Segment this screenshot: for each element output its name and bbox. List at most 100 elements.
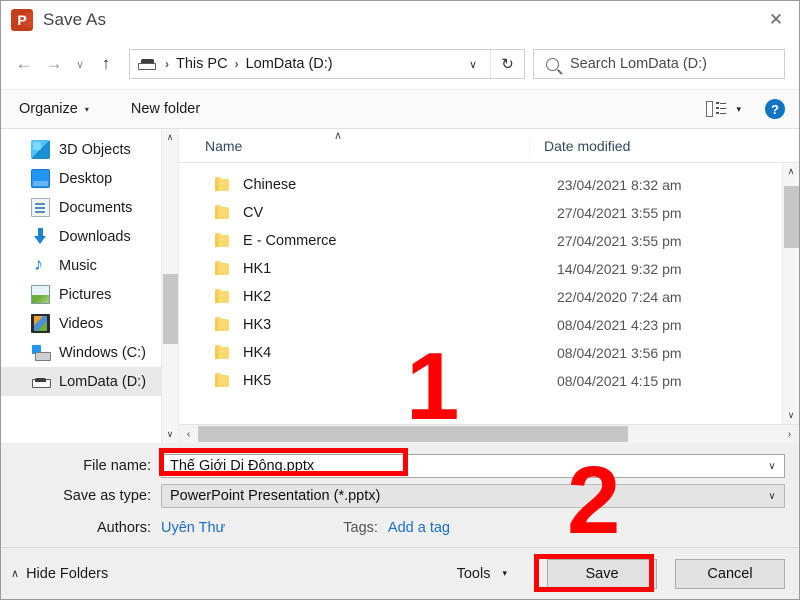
save-button[interactable]: Save [547,558,657,589]
tools-button[interactable]: Tools ▾ [457,566,507,582]
file-list-scrollbar[interactable]: ∧ ∨ [782,163,799,424]
column-header-date-label: Date modified [544,137,631,154]
file-name-input[interactable]: Thế Giới Di Động.pptx ∨ [161,454,785,478]
dialog-footer: ∧ Hide Folders Tools ▾ Save Cancel [1,547,799,599]
music-icon [31,254,50,275]
documents-icon [31,198,50,217]
date-modified-cell: 08/04/2021 4:15 pm [557,373,682,389]
scroll-down-icon[interactable]: ∨ [783,407,800,424]
authors-value[interactable]: Uyên Thư [161,520,225,536]
scrollbar-track[interactable] [198,425,780,444]
organize-label: Organize [19,101,78,117]
powerpoint-icon: P [11,9,33,31]
chevron-down-icon[interactable]: ∨ [456,50,490,78]
chevron-down-icon: ▾ [502,568,507,578]
metadata-row: Authors: Uyên Thư Tags: Add a tag [15,513,785,543]
scrollbar-track[interactable] [783,180,800,407]
sidebar-item-label: Documents [59,199,133,216]
table-row[interactable]: E - Commerce 27/04/2021 3:55 pm [179,227,799,255]
chevron-down-icon[interactable]: ∨ [760,455,784,477]
sidebar-item-label: Downloads [59,228,131,245]
sidebar-item-label: LomData (D:) [59,373,147,390]
sidebar-item-music[interactable]: Music [1,251,178,280]
scrollbar-track[interactable] [162,146,179,426]
refresh-icon[interactable]: ↻ [490,50,524,78]
scroll-up-icon[interactable]: ∧ [783,163,800,180]
date-modified-cell: 23/04/2021 8:32 am [557,177,682,193]
sidebar-item-videos[interactable]: Videos [1,309,178,338]
table-row[interactable]: HK3 08/04/2021 4:23 pm [179,311,799,339]
navigation-pane: 3D Objects Desktop Documents Downloads M… [1,129,179,443]
chevron-down-icon[interactable]: ▾ [736,104,741,115]
file-name-cell: HK2 [243,289,272,305]
file-list[interactable]: Chinese 23/04/2021 8:32 am CV 27/04/2021… [179,163,799,424]
footer-actions: Tools ▾ Save Cancel [457,558,785,589]
save-as-type-select[interactable]: PowerPoint Presentation (*.pptx) ∨ [161,484,785,508]
address-bar[interactable]: › This PC › LomData (D:) ∨ ↻ [129,49,525,79]
scrollbar-thumb[interactable] [162,274,178,344]
date-modified-cell: 14/04/2021 9:32 pm [557,261,682,277]
scrollbar-thumb[interactable] [783,186,799,248]
date-modified-cell: 27/04/2021 3:55 pm [557,205,682,221]
sidebar-item-label: Pictures [59,286,112,303]
file-name-cell: HK3 [243,317,272,333]
up-button[interactable]: ↑ [91,49,121,79]
sort-ascending-icon: ∧ [334,129,343,142]
scroll-right-icon[interactable]: › [780,425,799,444]
folder-icon [215,261,229,275]
folder-icon [215,317,229,331]
scrollbar-thumb[interactable] [198,425,628,442]
table-row[interactable]: HK2 22/04/2020 7:24 am [179,283,799,311]
table-row[interactable]: Chinese 23/04/2021 8:32 am [179,171,799,199]
table-row[interactable]: HK1 14/04/2021 9:32 pm [179,255,799,283]
sidebar-item-label: Windows (C:) [59,344,147,361]
add-a-tag-link[interactable]: Add a tag [388,520,450,536]
recent-locations-button[interactable]: ∨ [69,49,91,79]
drive-icon [31,372,51,391]
table-row[interactable]: CV 27/04/2021 3:55 pm [179,199,799,227]
table-row[interactable]: HK4 08/04/2021 3:56 pm [179,339,799,367]
organize-button[interactable]: Organize ▾ [19,101,89,117]
sidebar-item-3d-objects[interactable]: 3D Objects [1,135,178,164]
sidebar-item-pictures[interactable]: Pictures [1,280,178,309]
sidebar-item-lomdata-d[interactable]: LomData (D:) [1,367,178,396]
file-name-cell: HK5 [243,373,272,389]
help-icon[interactable]: ? [765,99,785,119]
breadcrumb-separator: › [165,57,169,71]
breadcrumb-this-pc[interactable]: This PC [176,56,228,72]
view-layout-icon[interactable] [706,101,727,117]
save-as-type-value: PowerPoint Presentation (*.pptx) [170,488,381,504]
folder-icon [215,289,229,303]
column-header-name[interactable]: Name ∧ [179,130,529,154]
cancel-button[interactable]: Cancel [675,558,785,589]
sidebar-item-documents[interactable]: Documents [1,193,178,222]
breadcrumb-separator: › [234,57,239,71]
scroll-left-icon[interactable]: ‹ [179,425,198,444]
command-bar-right: ▾ ? [706,99,785,119]
breadcrumb-lomdata[interactable]: LomData (D:) [246,56,333,72]
navigation-pane-scrollbar[interactable]: ∧ ∨ [161,129,178,443]
pictures-icon [31,285,50,304]
sidebar-item-desktop[interactable]: Desktop [1,164,178,193]
file-list-horizontal-scrollbar[interactable]: ‹ › [179,424,799,443]
file-name-label: File name: [83,458,151,474]
sidebar-item-windows-c[interactable]: Windows (C:) [1,338,178,367]
date-modified-cell: 22/04/2020 7:24 am [557,289,682,305]
date-modified-cell: 08/04/2021 3:56 pm [557,345,682,361]
search-box[interactable]: Search LomData (D:) [533,49,785,79]
forward-button[interactable]: → [39,49,69,79]
scroll-down-icon[interactable]: ∨ [162,426,179,443]
table-row[interactable]: HK5 08/04/2021 4:15 pm [179,367,799,395]
scroll-up-icon[interactable]: ∧ [162,129,179,146]
back-button[interactable]: ← [9,49,39,79]
downloads-icon [31,227,50,246]
tags-label: Tags: [343,520,378,536]
hide-folders-button[interactable]: ∧ Hide Folders [11,566,108,582]
column-header-date-modified[interactable]: Date modified [529,137,799,154]
chevron-down-icon[interactable]: ∨ [760,485,784,507]
windows-drive-icon [31,343,51,362]
search-input[interactable]: Search LomData (D:) [570,56,707,72]
sidebar-item-downloads[interactable]: Downloads [1,222,178,251]
close-icon[interactable]: ✕ [753,1,799,39]
new-folder-button[interactable]: New folder [131,101,200,117]
